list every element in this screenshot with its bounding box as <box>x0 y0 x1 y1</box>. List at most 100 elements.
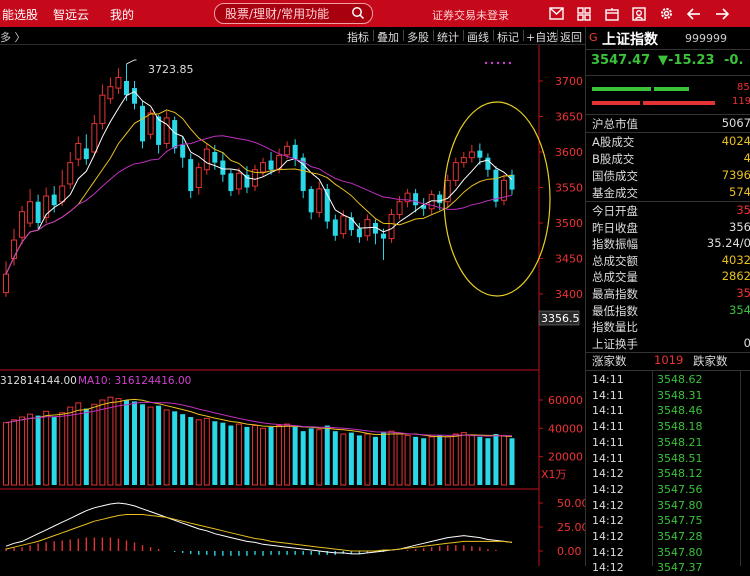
trade-login-status[interactable]: 证券交易未登录 <box>432 7 509 23</box>
search-icon[interactable] <box>351 5 365 24</box>
tick-row[interactable]: 14:11 3548.31 <box>586 388 750 404</box>
candle-body-up <box>316 188 323 213</box>
candle-body-down <box>123 81 129 96</box>
down-count-value: 119 <box>732 96 750 107</box>
moving-average-lines <box>5 59 513 275</box>
turnover-row: 基金成交 574 <box>586 184 750 201</box>
volume-bar-down <box>413 436 419 485</box>
ma5-line <box>5 90 513 275</box>
index-stat-row-value: 35 <box>736 203 750 217</box>
index-stat-row-label: 最高指数 <box>592 287 638 301</box>
btn-back[interactable]: 返回 <box>560 29 582 45</box>
macd-dea-line <box>5 514 513 552</box>
kline-chart[interactable]: 3700 3650 3600 3550 3500 3450 3400 60000 40000 2… <box>0 45 589 566</box>
tick-price: 3547.80 <box>657 545 703 559</box>
forward-arrow-icon[interactable] <box>712 4 732 23</box>
candle-body-up <box>3 273 9 294</box>
volume-bar-down <box>380 432 386 485</box>
macd-indicator <box>5 502 513 556</box>
search-input[interactable] <box>223 5 347 23</box>
tick-row[interactable]: 14:12 3547.37 <box>586 560 750 576</box>
btn-statistics[interactable]: 统计 <box>437 29 459 45</box>
tick-price: 3548.31 <box>657 388 703 402</box>
nav-zhiyuan-cloud[interactable]: 智远云 <box>53 6 89 23</box>
tick-time: 14:12 <box>592 467 624 481</box>
btn-indicator[interactable]: 指标 <box>347 29 369 45</box>
tick-time: 14:11 <box>592 404 624 418</box>
index-stat-row-label: 指数量比 <box>592 320 638 335</box>
mail-icon[interactable] <box>546 4 566 23</box>
tick-row[interactable]: 14:12 3547.56 <box>586 482 750 498</box>
market-cap-row: 沪总市值 5067 <box>586 115 750 132</box>
volume-bar-down <box>332 431 338 485</box>
btn-mark[interactable]: 标记 <box>497 29 519 45</box>
index-stat-row: 今日开盘 35 <box>586 202 750 219</box>
volume-bar-down <box>180 414 186 485</box>
tick-row[interactable]: 14:11 3548.18 <box>586 419 750 435</box>
tick-row[interactable]: 14:12 3547.75 <box>586 513 750 529</box>
btn-draw-line[interactable]: 画线 <box>467 29 489 45</box>
btn-add-favorite[interactable]: +自选 <box>526 29 557 45</box>
breadth-bar-red-1 <box>592 101 640 105</box>
tick-row[interactable]: 14:12 3547.80 <box>586 498 750 514</box>
btn-multi-stock[interactable]: 多股 <box>407 29 429 45</box>
market-cap-label: 沪总市值 <box>592 117 638 131</box>
grid-icon[interactable] <box>574 4 594 23</box>
index-stat-row-value: 356 <box>729 219 750 234</box>
nav-mine[interactable]: 我的 <box>110 6 134 23</box>
index-stat-row-value: 35 <box>736 286 750 300</box>
breadcrumb[interactable]: 多 〉 <box>0 29 26 45</box>
title-bar: 能选股 智远云 我的 证券交易未登录 <box>0 0 750 27</box>
turnover-row: 国债成交 7396 <box>586 167 750 184</box>
divider <box>586 370 750 371</box>
volume-bar-up <box>388 430 395 486</box>
divider <box>586 49 750 50</box>
volume-bar-up <box>396 433 403 486</box>
toolbar-divider <box>493 30 494 41</box>
tick-row[interactable]: 14:11 3548.62 <box>586 372 750 388</box>
user-icon[interactable] <box>629 4 649 23</box>
volume-bar-up <box>75 402 82 486</box>
volume-bar-up <box>147 406 154 486</box>
high-price-leader <box>126 59 137 65</box>
btn-overlay[interactable]: 叠加 <box>377 29 399 45</box>
volume-ma10-line <box>5 401 513 437</box>
candle-body-up <box>11 239 18 259</box>
breadth-bar-red-2 <box>643 101 715 105</box>
price-axis-ticks: 3700 3650 3600 3550 3500 3450 3400 <box>539 75 583 301</box>
turnover-row: B股成交 4 <box>586 150 750 167</box>
candle-body-down <box>212 152 218 163</box>
tick-price: 3548.62 <box>657 373 703 386</box>
volume-bar-up <box>444 436 451 486</box>
volume-bar-up <box>428 436 435 486</box>
volume-bar-up <box>91 403 98 486</box>
volume-bar-down <box>292 426 298 485</box>
back-arrow-icon[interactable] <box>684 4 704 23</box>
volume-bar-down <box>212 421 218 485</box>
candle-body-down <box>493 169 499 202</box>
g-market-mark: G <box>589 31 598 44</box>
index-stat-row: 昨日收盘 356 <box>586 219 750 236</box>
index-name[interactable]: 上证指数 <box>602 29 658 49</box>
nav-smart-select[interactable]: 能选股 <box>2 6 38 23</box>
search-box[interactable] <box>214 3 373 24</box>
tick-price: 3548.46 <box>657 404 703 418</box>
tick-row[interactable]: 14:11 3548.46 <box>586 403 750 419</box>
index-stat-row-value: 35.24/0 <box>706 236 750 251</box>
settings-icon[interactable] <box>656 4 676 23</box>
volume-bar-up <box>452 433 459 486</box>
turnover-row-label: B股成交 <box>592 152 635 166</box>
advance-decline-row: 涨家数 1019 跌家数 <box>586 352 750 369</box>
tick-row[interactable]: 14:11 3548.21 <box>586 435 750 451</box>
volume-bar-up <box>340 433 347 486</box>
tick-row[interactable]: 14:12 3547.28 <box>586 529 750 545</box>
index-stat-row-value: 0 <box>743 335 750 350</box>
candle-body-down <box>140 105 146 142</box>
tick-row[interactable]: 14:11 3548.51 <box>586 451 750 467</box>
tick-row[interactable]: 14:12 3548.12 <box>586 466 750 482</box>
candle-body-up <box>452 162 459 181</box>
tick-row[interactable]: 14:12 3547.80 <box>586 545 750 561</box>
kline-chart-area[interactable]: 3700 3650 3600 3550 3500 3450 3400 60000 40000 2… <box>0 45 589 566</box>
box-icon[interactable] <box>602 4 622 23</box>
candle-body-down <box>509 174 515 190</box>
